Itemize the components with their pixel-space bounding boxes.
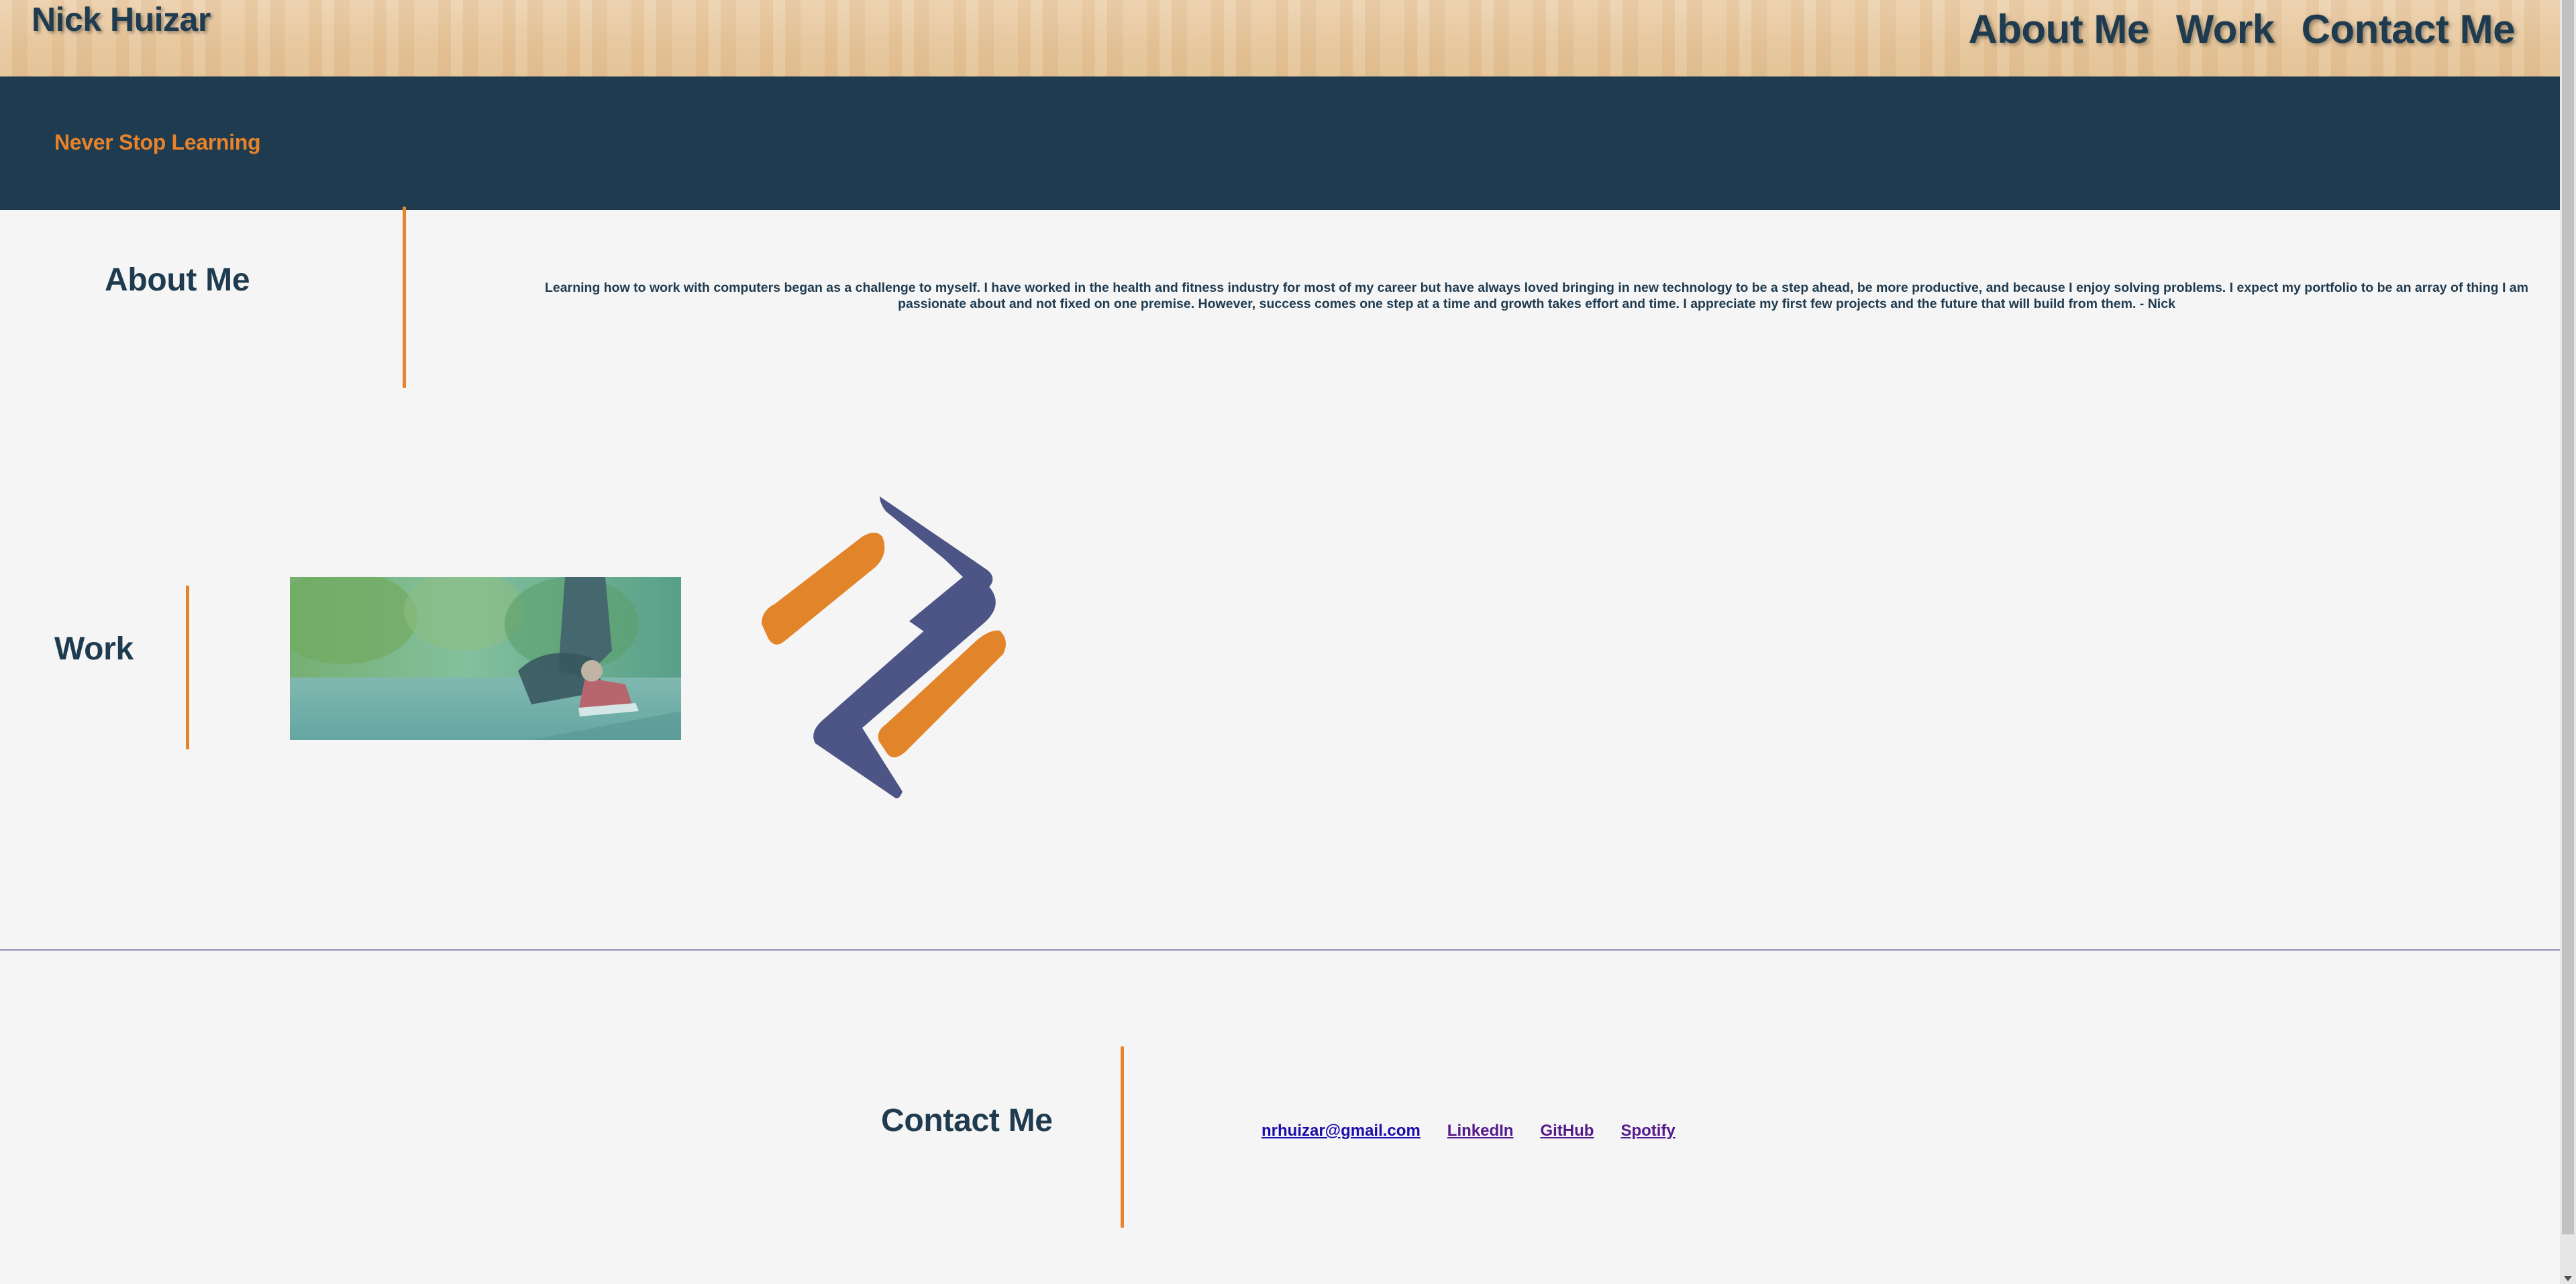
linkedin-link[interactable]: LinkedIn: [1447, 1122, 1514, 1140]
contact-divider-bar: [1121, 1047, 1124, 1228]
spotify-link[interactable]: Spotify: [1620, 1122, 1675, 1140]
github-link[interactable]: GitHub: [1540, 1122, 1594, 1140]
hero-banner: Never Stop Learning: [0, 76, 2560, 210]
vertical-scrollbar[interactable]: [2560, 0, 2576, 1284]
about-heading: About Me: [105, 262, 250, 298]
scrollbar-thumb[interactable]: [2562, 0, 2574, 1234]
scroll-down-arrow-icon[interactable]: [2564, 1276, 2572, 1281]
hero-tagline: Never Stop Learning: [54, 130, 261, 154]
section-divider: [0, 949, 2560, 951]
work-divider-bar: [186, 586, 189, 749]
site-header: Nick Huizar About Me Work Contact Me: [0, 0, 2560, 76]
contact-heading: Contact Me: [881, 1103, 1053, 1138]
main-nav: About Me Work Contact Me: [1968, 5, 2515, 54]
contact-links: nrhuizar@gmail.com LinkedIn GitHub Spoti…: [1261, 1122, 1676, 1140]
nav-about-me[interactable]: About Me: [1968, 5, 2149, 54]
project-image[interactable]: [290, 577, 681, 740]
brand-name[interactable]: Nick Huizar: [32, 0, 211, 39]
work-heading: Work: [54, 631, 134, 667]
nav-work[interactable]: Work: [2176, 5, 2275, 54]
about-text: Learning how to work with computers bega…: [545, 280, 2528, 311]
page: Nick Huizar About Me Work Contact Me Nev…: [0, 0, 2576, 1284]
brand-logo-icon[interactable]: [762, 496, 1017, 798]
email-link[interactable]: nrhuizar@gmail.com: [1261, 1122, 1421, 1140]
about-divider-bar: [403, 207, 406, 388]
nav-contact-me[interactable]: Contact Me: [2302, 5, 2516, 54]
